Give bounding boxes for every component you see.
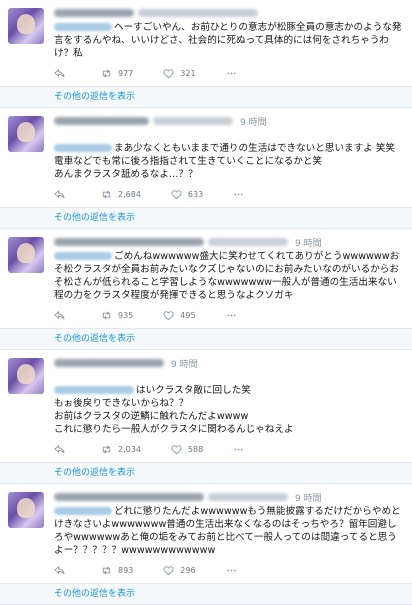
like-button[interactable]: 633 <box>171 189 203 200</box>
reply-icon <box>54 68 65 77</box>
tweet-actions: 893 296 <box>54 557 404 583</box>
more-icon <box>226 314 236 316</box>
timestamp[interactable]: 9 時間 <box>171 357 198 370</box>
mention-redacted[interactable] <box>54 386 134 394</box>
tweet[interactable]: 9 時間 どれに懲りたんだよwwwwwwもう無能披露するだけだからやめとけきなさ… <box>0 484 412 605</box>
like-icon <box>171 189 182 199</box>
reply-button[interactable] <box>54 189 71 200</box>
retweet-button[interactable]: 977 <box>101 68 133 79</box>
avatar[interactable] <box>8 237 44 273</box>
like-count: 296 <box>180 565 196 575</box>
tweet-actions: 2,684 633 <box>54 181 404 207</box>
tweet-text: ヘーすごいやん、お前ひとりの意志が松豚全員の意志かのような発言をするんやね、いい… <box>54 22 402 59</box>
timestamp[interactable]: 9 時間 <box>295 491 322 504</box>
mention-redacted[interactable] <box>54 144 112 152</box>
mention-redacted[interactable] <box>54 252 112 260</box>
more-icon <box>234 448 243 450</box>
tweet-text: ごめんねwwwwww盛大に笑わせてくれてありがとうwwwwwwおそ松クラスタが全… <box>54 251 400 301</box>
more-icon <box>234 193 243 195</box>
reply-icon <box>54 565 65 574</box>
tweet[interactable]: ヘーすごいやん、お前ひとりの意志が松豚全員の意志かのような発言をするんやね、いい… <box>0 0 412 108</box>
username-redacted[interactable] <box>208 493 288 501</box>
like-icon <box>163 68 174 78</box>
like-count: 321 <box>180 68 196 78</box>
tweet-actions: 935 495 <box>54 302 404 328</box>
tweet-actions: 2,034 588 <box>54 436 404 462</box>
retweet-icon <box>102 444 111 454</box>
retweet-icon <box>102 565 111 575</box>
like-count: 588 <box>187 444 204 454</box>
tweet-header <box>54 6 404 20</box>
tweet-header: 9 時間 <box>54 490 404 504</box>
show-more-replies-link[interactable]: その他の返信を表示 <box>0 207 412 228</box>
tweet-text: はいクラスタ敵に回した笑 もぉ後戻りできないからね？？ お前はクラスタの逆鱗に触… <box>54 385 294 435</box>
display-name-redacted[interactable] <box>54 117 149 125</box>
display-name-redacted[interactable] <box>54 359 164 367</box>
retweet-count: 893 <box>118 565 134 575</box>
like-icon <box>163 565 174 575</box>
more-button[interactable] <box>233 444 250 455</box>
username-redacted[interactable] <box>138 9 258 17</box>
username-redacted[interactable] <box>208 238 288 246</box>
reply-button[interactable] <box>54 68 71 79</box>
reply-icon <box>54 189 65 198</box>
more-icon <box>226 72 236 74</box>
like-icon <box>163 310 174 320</box>
retweet-button[interactable]: 2,034 <box>101 444 141 455</box>
show-more-replies-link[interactable]: その他の返信を表示 <box>0 462 412 483</box>
tweet[interactable]: 9 時間 はいクラスタ敵に回した笑 もぉ後戻りできないからね？？ お前はクラスタ… <box>0 350 412 484</box>
reply-icon <box>54 310 65 319</box>
retweet-count: 2,684 <box>118 189 141 199</box>
retweet-button[interactable]: 893 <box>101 565 133 576</box>
retweet-icon <box>102 310 111 320</box>
show-more-replies-link[interactable]: その他の返信を表示 <box>0 328 412 349</box>
tweet[interactable]: 9 時間 まあ少なくともいままで通りの生活はできないと思いますよ 笑笑 電車など… <box>0 108 412 229</box>
avatar[interactable] <box>8 8 44 44</box>
show-more-replies-link[interactable]: その他の返信を表示 <box>0 86 412 107</box>
like-count: 495 <box>180 310 196 320</box>
reply-button[interactable] <box>54 565 71 576</box>
avatar[interactable] <box>8 492 44 528</box>
reply-thread: ヘーすごいやん、お前ひとりの意志が松豚全員の意志かのような発言をするんやね、いい… <box>0 0 412 605</box>
retweet-button[interactable]: 2,684 <box>101 189 141 200</box>
avatar[interactable] <box>8 358 44 394</box>
mention-redacted[interactable] <box>54 507 112 515</box>
like-count: 633 <box>187 189 204 199</box>
like-button[interactable]: 588 <box>171 444 203 455</box>
like-button[interactable]: 296 <box>163 565 196 576</box>
more-button[interactable] <box>226 68 243 79</box>
retweet-button[interactable]: 935 <box>101 310 133 321</box>
mention-redacted[interactable] <box>54 23 112 31</box>
tweet-text: まあ少なくともいままで通りの生活はできないと思いますよ 笑笑 電車などでも常に後… <box>54 143 396 180</box>
avatar[interactable] <box>8 116 44 152</box>
reply-button[interactable] <box>54 310 71 321</box>
retweet-count: 2,034 <box>118 444 141 454</box>
tweet[interactable]: 9 時間 ごめんねwwwwww盛大に笑わせてくれてありがとうwwwwwwおそ松ク… <box>0 229 412 350</box>
more-button[interactable] <box>226 310 243 321</box>
reply-icon <box>54 444 65 453</box>
tweet-header: 9 時間 <box>54 235 404 249</box>
more-icon <box>226 569 236 571</box>
like-button[interactable]: 321 <box>163 68 196 79</box>
like-icon <box>171 444 182 454</box>
reply-button[interactable] <box>54 444 71 455</box>
retweet-count: 977 <box>118 68 134 78</box>
display-name-redacted[interactable] <box>54 238 204 246</box>
more-button[interactable] <box>226 565 243 576</box>
display-name-redacted[interactable] <box>54 9 134 17</box>
more-button[interactable] <box>233 189 250 200</box>
timestamp[interactable]: 9 時間 <box>295 236 322 249</box>
retweet-icon <box>102 189 111 199</box>
timestamp[interactable]: 9 時間 <box>240 115 267 128</box>
retweet-icon <box>102 68 111 78</box>
show-more-replies-link[interactable]: その他の返信を表示 <box>0 583 412 604</box>
username-redacted[interactable] <box>153 117 233 125</box>
tweet-text: どれに懲りたんだよwwwwwwもう無能披露するだけだからやめとけきなさいよwww… <box>54 506 401 556</box>
tweet-actions: 977 321 <box>54 60 404 86</box>
tweet-header: 9 時間 <box>54 356 404 370</box>
retweet-count: 935 <box>118 310 134 320</box>
display-name-redacted[interactable] <box>54 493 204 501</box>
tweet-header: 9 時間 <box>54 114 404 128</box>
like-button[interactable]: 495 <box>163 310 196 321</box>
